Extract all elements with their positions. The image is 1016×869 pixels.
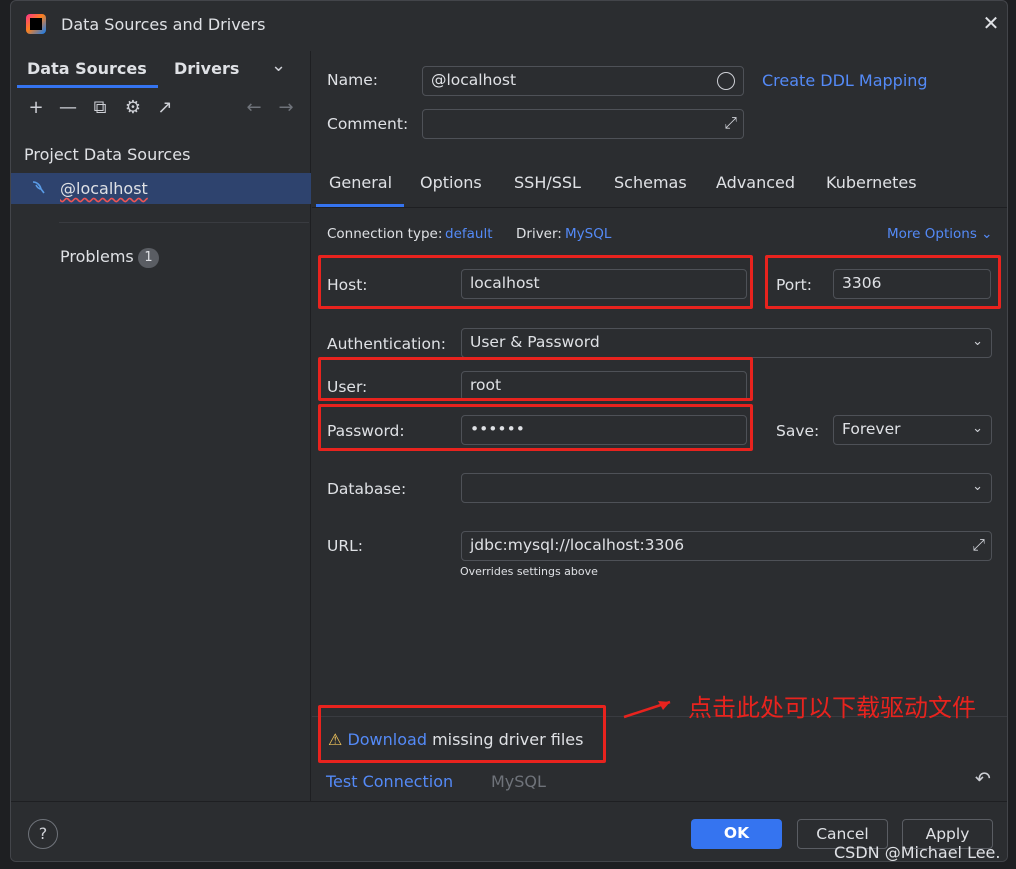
authentication-label: Authentication:: [327, 335, 447, 353]
driver-name-label: MySQL: [491, 772, 546, 791]
help-button[interactable]: ?: [28, 819, 58, 849]
tab-kubernetes[interactable]: Kubernetes: [826, 173, 917, 192]
close-icon[interactable]: ✕: [979, 11, 1003, 37]
tab-advanced[interactable]: Advanced: [716, 173, 795, 192]
driver-warning: ⚠ Download missing driver files: [328, 730, 583, 749]
window-title: Data Sources and Drivers: [61, 15, 266, 34]
mysql-dolphin-icon: [31, 179, 47, 199]
url-value: jdbc:mysql://localhost:3306: [470, 536, 685, 554]
name-input-value: @localhost: [431, 71, 517, 89]
chevron-down-icon: ⌄: [981, 226, 993, 242]
gear-icon[interactable]: ⚙: [120, 95, 146, 121]
settings-tabs: General Options SSH/SSL Schemas Advanced…: [312, 163, 1007, 209]
tab-drivers[interactable]: Drivers: [174, 59, 239, 89]
warning-icon: ⚠: [328, 730, 343, 749]
dialog-window: Data Sources and Drivers ✕ Data Sources …: [10, 0, 1008, 862]
chevron-down-icon: ⌄: [972, 479, 983, 494]
chevron-down-icon: ⌄: [972, 421, 983, 436]
tabs-divider: [312, 207, 1007, 208]
project-data-sources-heading: Project Data Sources: [24, 145, 191, 164]
name-input[interactable]: @localhost: [422, 66, 744, 96]
copy-icon[interactable]: ⧉: [87, 95, 113, 121]
test-connection-link[interactable]: Test Connection: [326, 772, 453, 791]
host-input[interactable]: localhost: [461, 269, 747, 299]
download-driver-link[interactable]: Download: [347, 730, 427, 749]
driver-warning-text: missing driver files: [432, 730, 584, 749]
left-pane: Data Sources Drivers ⌄ + — ⧉ ⚙ ↗ ← → Pro…: [11, 51, 311, 801]
color-circle-icon[interactable]: [717, 72, 735, 90]
url-hint: Overrides settings above: [460, 565, 598, 578]
connection-type-label: Connection type:: [327, 226, 443, 242]
database-select[interactable]: ⌄: [461, 473, 992, 503]
user-input[interactable]: root: [461, 371, 747, 401]
save-value: Forever: [842, 420, 901, 438]
database-label: Database:: [327, 480, 407, 498]
authentication-value: User & Password: [470, 333, 600, 351]
comment-input[interactable]: ⤢: [422, 109, 744, 139]
watermark: CSDN @Michael Lee.: [834, 843, 1001, 862]
name-label: Name:: [327, 71, 378, 89]
chevron-down-icon: ⌄: [972, 334, 983, 349]
create-ddl-mapping-link[interactable]: Create DDL Mapping: [762, 71, 928, 90]
connection-type-link[interactable]: default: [445, 226, 493, 242]
problems-count-badge: 1: [138, 248, 159, 268]
annotation-text: 点击此处可以下载驱动文件: [688, 694, 976, 722]
divider: [59, 222, 309, 223]
ok-button[interactable]: OK: [691, 819, 782, 849]
tab-schemas[interactable]: Schemas: [614, 173, 687, 192]
revert-icon[interactable]: ↶: [975, 768, 991, 790]
data-source-item[interactable]: @localhost: [11, 173, 311, 204]
back-arrow-icon[interactable]: ←: [241, 95, 267, 121]
expand-icon[interactable]: ⤢: [724, 113, 737, 133]
comment-label: Comment:: [327, 115, 409, 133]
problems-item[interactable]: Problems: [60, 247, 134, 266]
annotation-arrow: [623, 700, 671, 719]
save-select[interactable]: Forever ⌄: [833, 415, 992, 445]
tab-general[interactable]: General: [329, 173, 392, 192]
driver-link[interactable]: MySQL: [565, 226, 611, 242]
port-input[interactable]: 3306: [833, 269, 991, 299]
remove-icon[interactable]: —: [55, 95, 81, 121]
title-bar: Data Sources and Drivers ✕: [11, 1, 1007, 49]
save-label: Save:: [776, 422, 820, 440]
more-options-link[interactable]: More Options ⌄: [887, 226, 992, 242]
jump-to-source-icon[interactable]: ↗: [152, 95, 178, 121]
add-icon[interactable]: +: [23, 95, 49, 121]
more-options-label: More Options: [887, 226, 977, 242]
data-source-name: @localhost: [60, 179, 148, 198]
tab-ssh-ssl[interactable]: SSH/SSL: [514, 173, 581, 192]
chevron-down-icon[interactable]: ⌄: [271, 55, 286, 85]
active-tab-indicator: [17, 85, 158, 88]
driver-label: Driver:: [516, 226, 562, 242]
tab-options[interactable]: Options: [420, 173, 482, 192]
password-label: Password:: [327, 422, 405, 440]
host-label: Host:: [327, 276, 368, 294]
authentication-select[interactable]: User & Password ⌄: [461, 328, 992, 358]
expand-icon[interactable]: ⤢: [972, 535, 985, 555]
intellij-app-icon: [26, 14, 46, 34]
port-label: Port:: [776, 276, 812, 294]
forward-arrow-icon[interactable]: →: [273, 95, 299, 121]
url-input[interactable]: jdbc:mysql://localhost:3306 ⤢: [461, 531, 992, 561]
url-label: URL:: [327, 537, 363, 555]
password-input[interactable]: ••••••: [461, 415, 747, 445]
user-label: User:: [327, 378, 368, 396]
